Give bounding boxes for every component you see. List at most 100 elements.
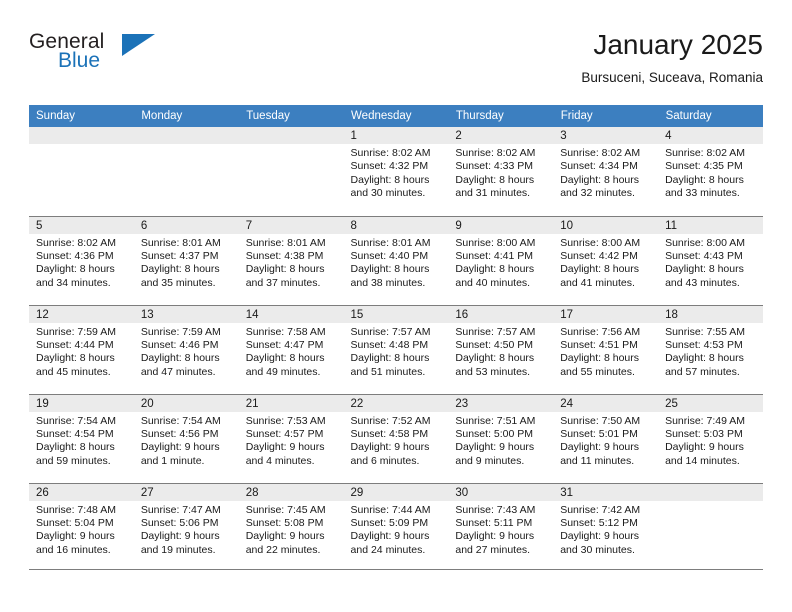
daylight-duration-line1: Daylight: 9 hours xyxy=(245,441,325,454)
calendar-empty-cell xyxy=(133,127,239,216)
day-cell-inner: 11 Sunrise: 8:00 AM Sunset: 4:43 PM Dayligh… xyxy=(658,216,763,305)
day-cell-inner: 22 Sunrise: 7:52 AM Sunset: 4:58 PM Dayligh… xyxy=(343,394,449,483)
day-number xyxy=(658,483,763,501)
daylight-duration-line1: Daylight: 8 hours xyxy=(560,263,640,276)
daylight-duration-line2: and 34 minutes. xyxy=(36,276,111,289)
day-number: 13 xyxy=(133,305,239,323)
calendar-day-cell[interactable]: 24 Sunrise: 7:50 AM Sunset: 5:01 PM Dayligh… xyxy=(553,393,659,483)
calendar-day-cell[interactable]: 17 Sunrise: 7:56 AM Sunset: 4:51 PM Dayligh… xyxy=(553,304,659,394)
daylight-duration-line2: and 45 minutes. xyxy=(36,365,111,378)
day-cell-inner: 15 Sunrise: 7:57 AM Sunset: 4:48 PM Dayligh… xyxy=(343,305,449,394)
calendar-day-cell[interactable]: 3 Sunrise: 8:02 AM Sunset: 4:34 PM Daylight… xyxy=(553,127,659,216)
daylight-duration-line2: and 30 minutes. xyxy=(560,543,635,556)
weekday-header-thursday: Thursday xyxy=(448,105,554,127)
calendar-day-cell[interactable]: 12 Sunrise: 7:59 AM Sunset: 4:44 PM Dayligh… xyxy=(29,304,134,394)
calendar-day-cell[interactable]: 25 Sunrise: 7:49 AM Sunset: 5:03 PM Dayligh… xyxy=(658,393,763,483)
sunset-time: Sunset: 4:36 PM xyxy=(36,249,114,262)
day-number: 7 xyxy=(238,216,344,234)
calendar-day-cell[interactable]: 19 Sunrise: 7:54 AM Sunset: 4:54 PM Dayligh… xyxy=(29,393,134,483)
daylight-duration-line2: and 9 minutes. xyxy=(455,454,525,467)
daylight-duration-line1: Daylight: 9 hours xyxy=(140,530,220,543)
calendar-day-cell[interactable]: 1 Sunrise: 8:02 AM Sunset: 4:32 PM Daylight… xyxy=(343,127,449,216)
sunset-time: Sunset: 5:04 PM xyxy=(36,516,114,529)
day-details: Sunrise: 7:51 AM Sunset: 5:00 PM Daylight:… xyxy=(448,412,553,469)
calendar-day-cell[interactable]: 27 Sunrise: 7:47 AM Sunset: 5:06 PM Dayligh… xyxy=(133,482,239,572)
daylight-duration-line1: Daylight: 9 hours xyxy=(665,441,744,454)
sunset-time: Sunset: 4:46 PM xyxy=(140,338,219,351)
day-number: 5 xyxy=(29,216,134,234)
sunrise-time: Sunrise: 7:54 AM xyxy=(140,414,221,427)
sunrise-time: Sunrise: 8:01 AM xyxy=(350,236,431,249)
day-cell-inner xyxy=(133,127,239,216)
day-details: Sunrise: 8:02 AM Sunset: 4:36 PM Daylight:… xyxy=(29,234,134,291)
calendar-day-cell[interactable]: 21 Sunrise: 7:53 AM Sunset: 4:57 PM Dayligh… xyxy=(238,393,344,483)
calendar-day-cell[interactable]: 2 Sunrise: 8:02 AM Sunset: 4:33 PM Daylight… xyxy=(448,127,554,216)
calendar-day-cell[interactable]: 18 Sunrise: 7:55 AM Sunset: 4:53 PM Dayligh… xyxy=(658,304,763,394)
logo-text-blue: Blue xyxy=(58,49,101,72)
day-number: 30 xyxy=(448,483,554,501)
calendar-day-cell[interactable]: 7 Sunrise: 8:01 AM Sunset: 4:38 PM Daylight… xyxy=(238,215,344,305)
calendar-day-cell[interactable]: 26 Sunrise: 7:48 AM Sunset: 5:04 PM Dayligh… xyxy=(29,482,134,572)
day-details xyxy=(239,144,344,147)
sunset-time: Sunset: 5:11 PM xyxy=(455,516,533,529)
calendar-day-cell[interactable]: 11 Sunrise: 8:00 AM Sunset: 4:43 PM Dayligh… xyxy=(658,215,763,305)
calendar-day-cell[interactable]: 22 Sunrise: 7:52 AM Sunset: 4:58 PM Dayligh… xyxy=(343,393,449,483)
day-details: Sunrise: 7:56 AM Sunset: 4:51 PM Daylight:… xyxy=(553,323,658,380)
calendar-day-cell[interactable]: 28 Sunrise: 7:45 AM Sunset: 5:08 PM Dayligh… xyxy=(238,482,344,572)
day-number: 14 xyxy=(238,305,344,323)
calendar-day-cell[interactable]: 30 Sunrise: 7:43 AM Sunset: 5:11 PM Dayligh… xyxy=(448,482,554,572)
day-number: 29 xyxy=(343,483,449,501)
sunrise-time: Sunrise: 7:43 AM xyxy=(455,503,536,516)
day-number: 28 xyxy=(238,483,344,501)
sunrise-time: Sunrise: 7:44 AM xyxy=(350,503,431,516)
sunrise-time: Sunrise: 7:42 AM xyxy=(560,503,641,516)
calendar-day-cell[interactable]: 23 Sunrise: 7:51 AM Sunset: 5:00 PM Dayligh… xyxy=(448,393,554,483)
calendar-day-cell[interactable]: 15 Sunrise: 7:57 AM Sunset: 4:48 PM Dayligh… xyxy=(343,304,449,394)
calendar-day-cell[interactable]: 20 Sunrise: 7:54 AM Sunset: 4:56 PM Dayligh… xyxy=(133,393,239,483)
calendar-day-cell[interactable]: 4 Sunrise: 8:02 AM Sunset: 4:35 PM Daylight… xyxy=(658,127,763,216)
day-cell-inner: 5 Sunrise: 8:02 AM Sunset: 4:36 PM Daylight… xyxy=(29,216,134,305)
sunrise-time: Sunrise: 7:58 AM xyxy=(245,325,326,338)
sunrise-time: Sunrise: 7:59 AM xyxy=(36,325,116,338)
sunset-time: Sunset: 4:37 PM xyxy=(140,249,219,262)
calendar-day-cell[interactable]: 8 Sunrise: 8:01 AM Sunset: 4:40 PM Daylight… xyxy=(343,215,449,305)
general-blue-logo[interactable]: General Blue xyxy=(29,30,209,90)
daylight-duration-line2: and 4 minutes. xyxy=(245,454,315,467)
calendar-day-cell[interactable]: 9 Sunrise: 8:00 AM Sunset: 4:41 PM Daylight… xyxy=(448,215,554,305)
day-cell-inner: 29 Sunrise: 7:44 AM Sunset: 5:09 PM Dayligh… xyxy=(343,483,449,573)
day-details: Sunrise: 8:00 AM Sunset: 4:42 PM Daylight:… xyxy=(553,234,658,291)
page-title: January 2025 xyxy=(593,29,763,60)
day-details: Sunrise: 7:55 AM Sunset: 4:53 PM Daylight:… xyxy=(658,323,763,380)
calendar-day-cell[interactable]: 31 Sunrise: 7:42 AM Sunset: 5:12 PM Dayligh… xyxy=(553,482,659,573)
day-cell-inner: 31 Sunrise: 7:42 AM Sunset: 5:12 PM Dayligh… xyxy=(553,483,659,573)
sunset-time: Sunset: 5:03 PM xyxy=(665,427,743,440)
daylight-duration-line2: and 32 minutes. xyxy=(560,187,635,200)
sunset-time: Sunset: 4:40 PM xyxy=(350,249,429,262)
sunrise-time: Sunrise: 8:01 AM xyxy=(140,236,221,249)
daylight-duration-line2: and 37 minutes. xyxy=(245,276,321,289)
day-details: Sunrise: 8:00 AM Sunset: 4:43 PM Daylight:… xyxy=(658,234,763,291)
sunset-time: Sunset: 4:48 PM xyxy=(350,338,429,351)
calendar-day-cell[interactable]: 10 Sunrise: 8:00 AM Sunset: 4:42 PM Dayligh… xyxy=(553,215,659,305)
calendar-day-cell[interactable]: 29 Sunrise: 7:44 AM Sunset: 5:09 PM Dayligh… xyxy=(343,482,449,573)
sunset-time: Sunset: 5:08 PM xyxy=(245,516,324,529)
daylight-duration-line1: Daylight: 8 hours xyxy=(350,263,430,276)
day-details: Sunrise: 8:01 AM Sunset: 4:37 PM Daylight:… xyxy=(134,234,239,291)
calendar-day-cell[interactable]: 16 Sunrise: 7:57 AM Sunset: 4:50 PM Dayligh… xyxy=(448,304,554,394)
day-cell-inner: 17 Sunrise: 7:56 AM Sunset: 4:51 PM Dayligh… xyxy=(553,305,659,394)
sunrise-time: Sunrise: 7:59 AM xyxy=(140,325,221,338)
calendar-day-cell[interactable]: 13 Sunrise: 7:59 AM Sunset: 4:46 PM Dayligh… xyxy=(133,304,239,394)
daylight-duration-line1: Daylight: 9 hours xyxy=(560,441,640,454)
day-number: 25 xyxy=(658,394,763,412)
calendar-day-cell[interactable]: 6 Sunrise: 8:01 AM Sunset: 4:37 PM Daylight… xyxy=(133,215,239,305)
calendar-day-cell[interactable]: 5 Sunrise: 8:02 AM Sunset: 4:36 PM Daylight… xyxy=(29,215,134,305)
calendar-day-cell[interactable]: 14 Sunrise: 7:58 AM Sunset: 4:47 PM Dayligh… xyxy=(238,304,344,394)
daylight-duration-line2: and 55 minutes. xyxy=(560,365,635,378)
sunrise-time: Sunrise: 7:48 AM xyxy=(36,503,116,516)
daylight-duration-line2: and 35 minutes. xyxy=(140,276,216,289)
calendar-week-row: 26 Sunrise: 7:48 AM Sunset: 5:04 PM Dayligh… xyxy=(29,482,763,573)
day-number: 26 xyxy=(29,483,134,501)
day-number: 31 xyxy=(553,483,659,501)
sunset-time: Sunset: 4:57 PM xyxy=(245,427,324,440)
daylight-duration-line2: and 1 minute. xyxy=(140,454,205,467)
